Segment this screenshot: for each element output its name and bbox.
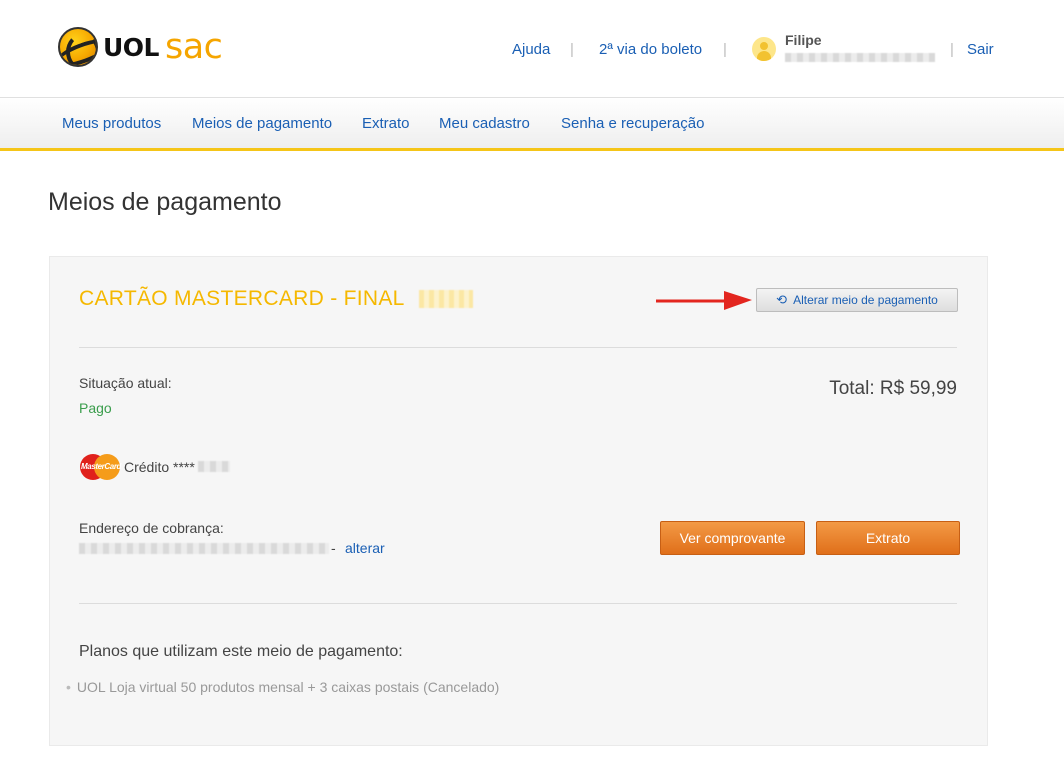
- total-amount: Total: R$ 59,99: [829, 378, 957, 399]
- menu-item-meu-cadastro[interactable]: Meu cadastro: [439, 115, 530, 132]
- billing-address-label: Endereço de cobrança:: [79, 520, 224, 536]
- card-title: CARTÃO MASTERCARD - FINAL: [79, 287, 405, 311]
- menu-item-senha-recuperacao[interactable]: Senha e recuperação: [561, 115, 704, 132]
- change-payment-method-button[interactable]: ⟲ Alterar meio de pagamento: [756, 288, 958, 312]
- statement-button[interactable]: Extrato: [816, 521, 960, 555]
- nav-separator: |: [950, 41, 954, 58]
- plan-item-text: UOL Loja virtual 50 produtos mensal + 3 …: [76, 679, 500, 695]
- refresh-icon: ⟲: [776, 292, 788, 307]
- status-label: Situação atual:: [79, 375, 172, 391]
- user-avatar-icon: [752, 37, 776, 61]
- mastercard-wordmark: MasterCard: [81, 462, 122, 471]
- nav-separator: |: [570, 41, 574, 58]
- change-payment-method-label: Alterar meio de pagamento: [793, 293, 938, 307]
- divider: [79, 603, 957, 604]
- payment-panel: [49, 256, 988, 746]
- page-title: Meios de pagamento: [48, 188, 282, 216]
- mastercard-icon: MasterCard: [80, 454, 122, 480]
- redacted-card-number: [198, 461, 230, 472]
- redacted-address: [79, 543, 329, 554]
- redacted-email: [785, 53, 935, 62]
- uol-ball-icon: [58, 27, 98, 67]
- view-receipt-button[interactable]: Ver comprovante: [660, 521, 805, 555]
- menu-item-extrato[interactable]: Extrato: [362, 115, 410, 132]
- divider: [79, 347, 957, 348]
- boleto-link[interactable]: 2ª via do boleto: [599, 41, 702, 58]
- card-title-text: CARTÃO MASTERCARD - FINAL: [79, 287, 405, 310]
- redacted-card-digits: [419, 290, 473, 308]
- uol-sac-logo[interactable]: UOL sac: [58, 26, 223, 68]
- address-dash: -: [331, 540, 336, 556]
- help-link[interactable]: Ajuda: [512, 41, 550, 58]
- logout-link[interactable]: Sair: [967, 41, 994, 58]
- red-arrow-icon: [656, 291, 752, 310]
- change-address-link[interactable]: alterar: [345, 540, 385, 556]
- user-name: Filipe: [785, 32, 822, 48]
- menu-item-meios-de-pagamento[interactable]: Meios de pagamento: [192, 115, 332, 132]
- list-item: • UOL Loja virtual 50 produtos mensal + 3…: [66, 679, 499, 695]
- logo-uol-text: UOL: [103, 32, 159, 62]
- status-value: Pago: [79, 400, 112, 416]
- header: UOL sac Ajuda | 2ª via do boleto | Filip…: [0, 0, 1064, 97]
- logo-sac-text: sac: [164, 27, 223, 67]
- main-menu: Meus produtos Meios de pagamento Extrato…: [0, 97, 1064, 151]
- menu-item-meus-produtos[interactable]: Meus produtos: [62, 115, 161, 132]
- nav-separator: |: [723, 41, 727, 58]
- credit-card-text: Crédito ****: [124, 459, 195, 475]
- bullet-icon: •: [66, 679, 71, 695]
- plans-title: Planos que utilizam este meio de pagamen…: [79, 643, 403, 660]
